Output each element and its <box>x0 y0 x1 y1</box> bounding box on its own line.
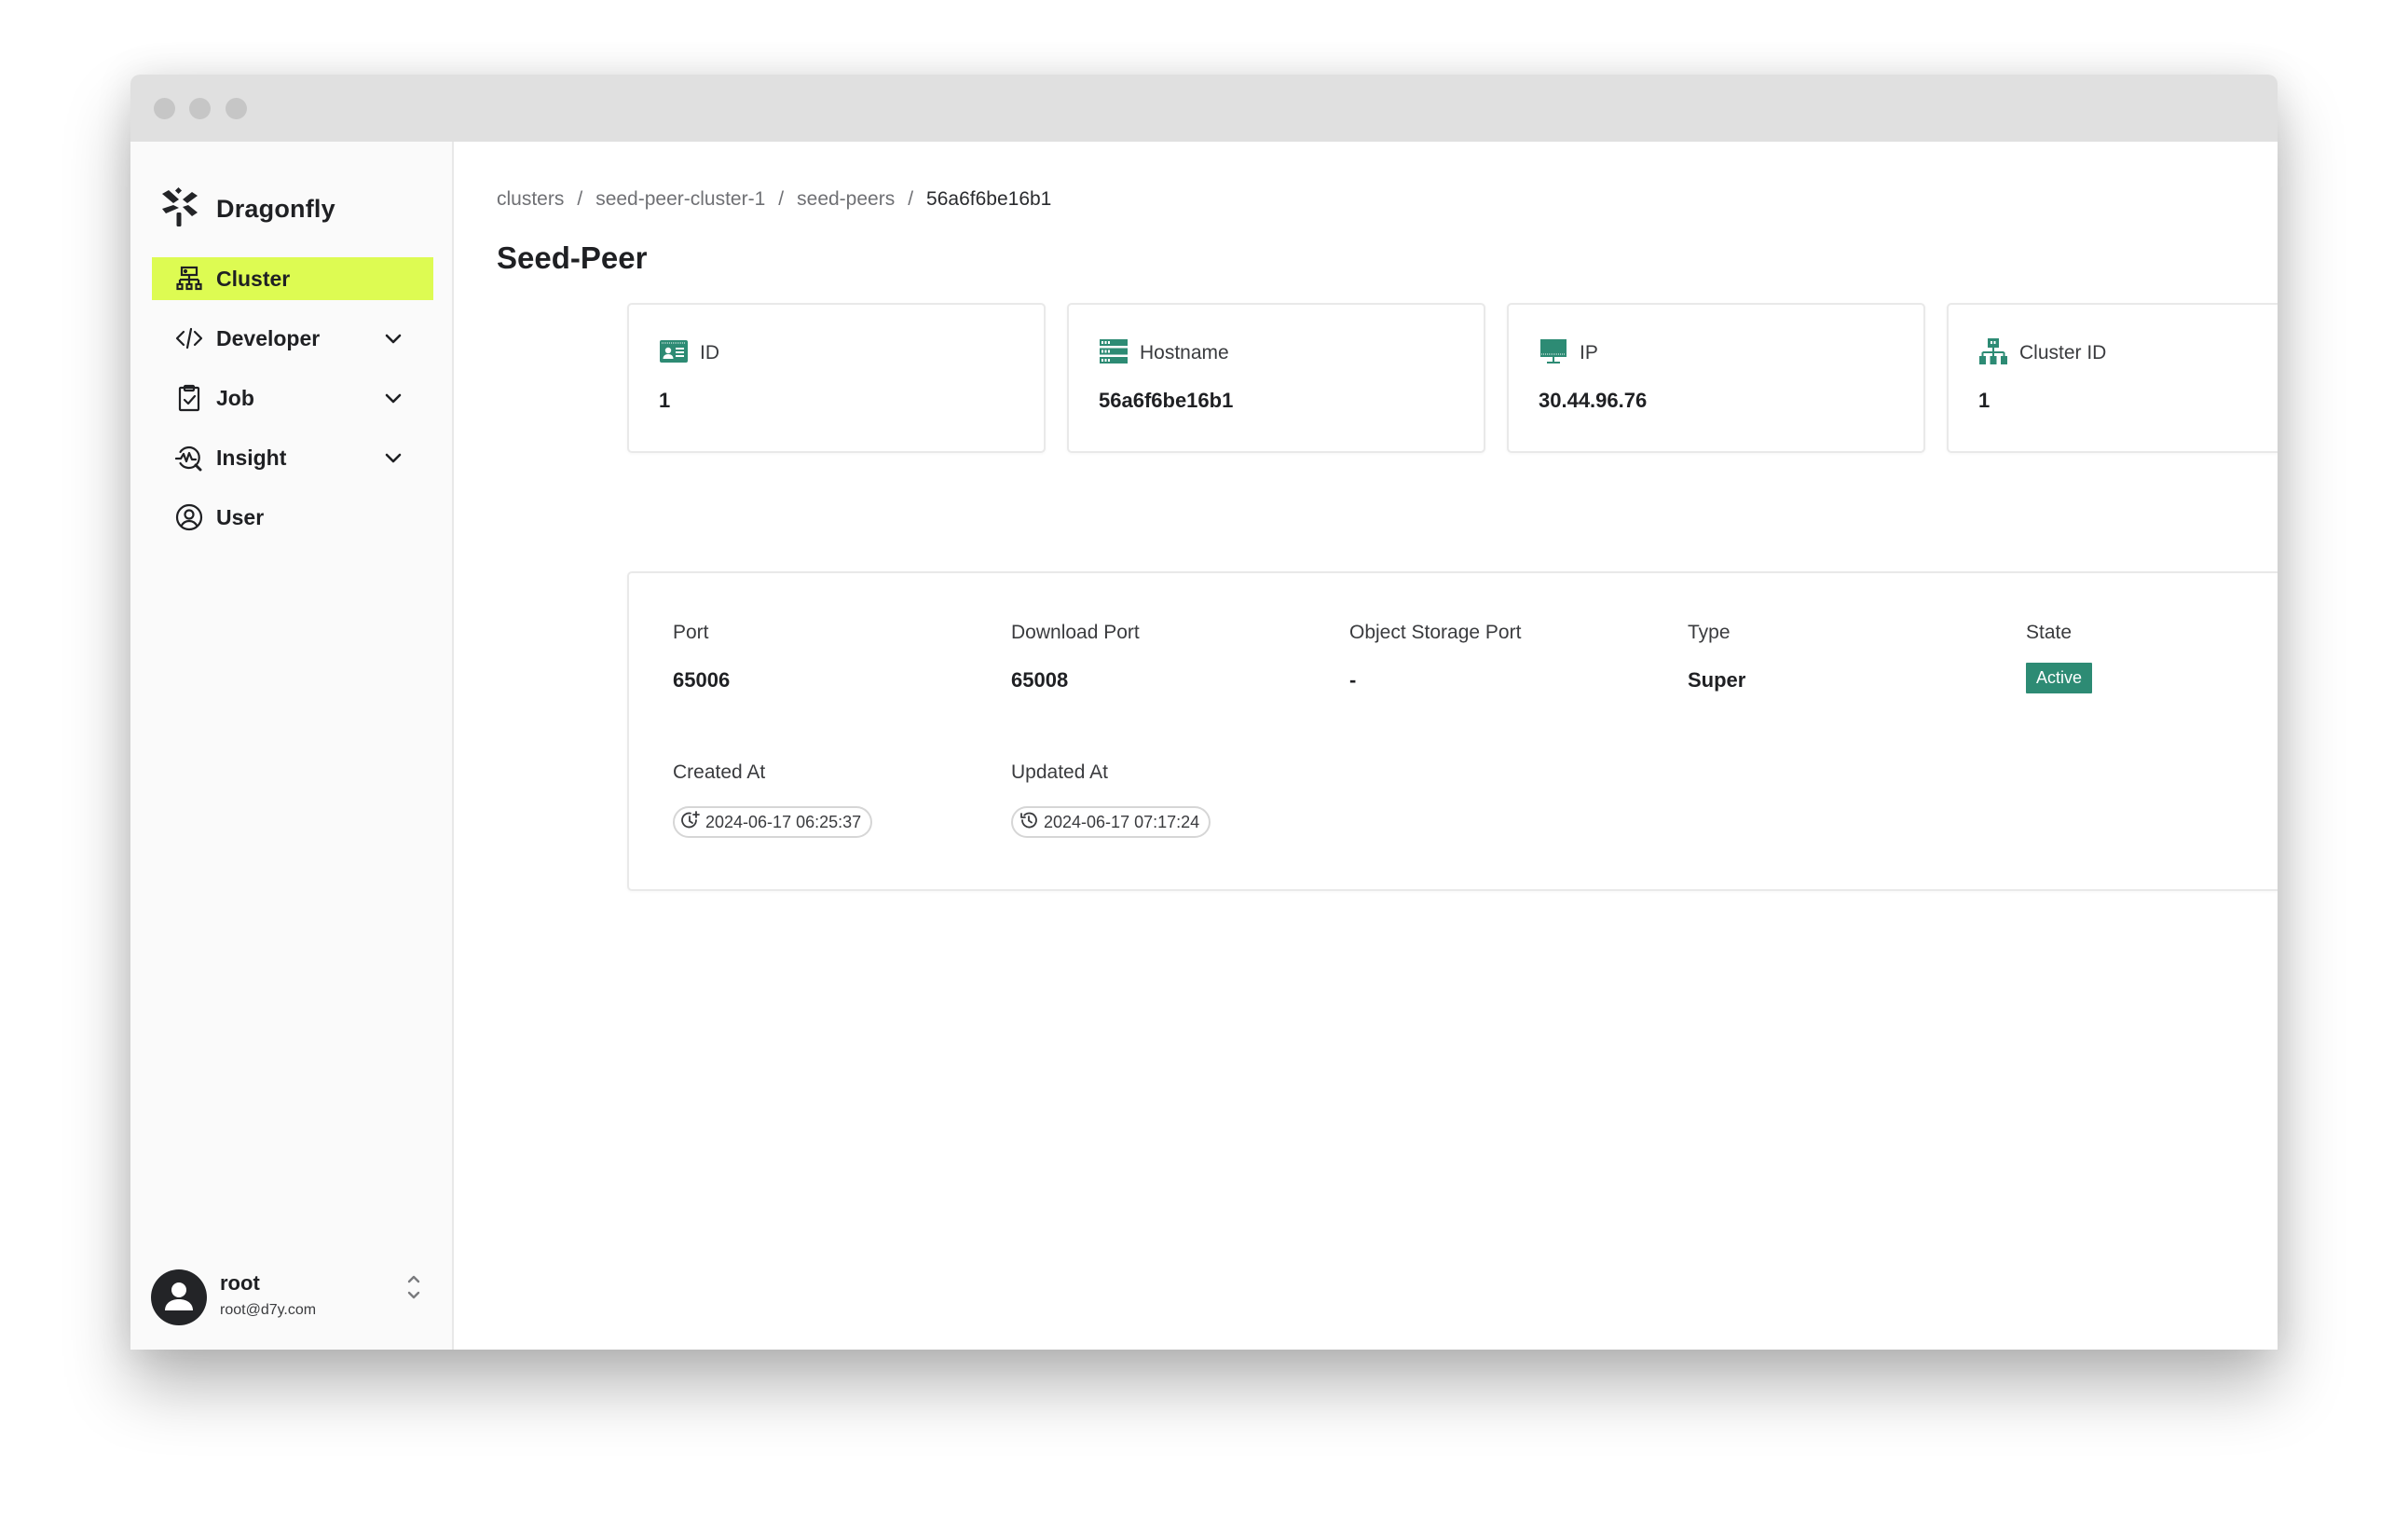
clock-plus-icon <box>680 810 701 835</box>
breadcrumb: clusters / seed-peer-cluster-1 / seed-pe… <box>497 188 1051 211</box>
clipboard-check-icon <box>174 384 204 412</box>
field-value: 65006 <box>673 668 731 692</box>
field-download-port: Download Port 65008 <box>1011 622 1140 692</box>
user-email: root@d7y.com <box>220 1302 317 1318</box>
breadcrumb-item-seed-peers[interactable]: seed-peers <box>797 188 895 211</box>
app-window: Dragonfly Cluster Developer Job Insight … <box>130 75 2278 1350</box>
sidebar-item-user[interactable]: User <box>152 496 433 539</box>
info-card-hostname: Hostname 56a6f6be16b1 <box>1067 303 1485 453</box>
main-content: clusters / seed-peer-cluster-1 / seed-pe… <box>456 142 2278 1350</box>
field-value: - <box>1349 668 1357 692</box>
seed-peer-details: Port 65006 Download Port 65008 Object St… <box>627 571 2278 891</box>
breadcrumb-separator: / <box>778 188 785 210</box>
updated-at-chip: 2024-06-17 07:17:24 <box>1011 806 1211 838</box>
sidebar-item-cluster[interactable]: Cluster <box>152 257 433 300</box>
sidebar-item-label: Developer <box>216 325 321 350</box>
monitor-icon <box>1539 337 1568 370</box>
brand-name: Dragonfly <box>216 194 335 223</box>
server-icon <box>1099 337 1129 370</box>
created-at-value: 2024-06-17 06:25:37 <box>705 812 862 831</box>
field-label: Updated At <box>1011 761 1108 783</box>
sidebar-item-label: Cluster <box>216 266 291 291</box>
window-titlebar <box>130 75 2278 142</box>
page-title: Seed-Peer <box>497 240 648 275</box>
breadcrumb-item-cluster[interactable]: seed-peer-cluster-1 <box>595 188 765 211</box>
cluster-icon <box>174 265 204 293</box>
info-card-ip: IP 30.44.96.76 <box>1507 303 1925 453</box>
hierarchy-icon <box>1978 337 2008 370</box>
field-updated-at: Updated At 2024-06-17 07:17:24 <box>1011 761 1211 838</box>
field-label: Type <box>1688 622 1731 643</box>
chevron-down-icon[interactable] <box>383 448 404 467</box>
sidebar-item-developer[interactable]: Developer <box>152 317 433 360</box>
id-card-icon <box>659 337 689 370</box>
sidebar-item-label: Insight <box>216 445 287 470</box>
info-card-value: 1 <box>659 389 671 412</box>
sidebar-item-label: Job <box>216 385 254 410</box>
code-icon <box>174 324 204 352</box>
insight-icon <box>174 444 204 472</box>
field-created-at: Created At 2024-06-17 06:25:37 <box>673 761 873 838</box>
user-name: root <box>220 1271 260 1295</box>
window-minimize-button[interactable] <box>189 98 211 119</box>
info-card-label: ID <box>700 342 719 363</box>
unfold-icon[interactable] <box>404 1271 423 1303</box>
field-type: Type Super <box>1688 622 1745 692</box>
dragonfly-logo-icon <box>160 186 199 232</box>
info-card-label: IP <box>1580 342 1598 363</box>
user-account-menu[interactable]: root root@d7y.com <box>151 1269 431 1329</box>
created-at-chip: 2024-06-17 06:25:37 <box>673 806 873 838</box>
info-card-label: Hostname <box>1140 342 1229 363</box>
sidebar-item-insight[interactable]: Insight <box>152 436 433 479</box>
window-close-button[interactable] <box>154 98 175 119</box>
chevron-down-icon[interactable] <box>383 329 404 348</box>
field-label: Created At <box>673 761 766 783</box>
chevron-down-icon[interactable] <box>383 389 404 407</box>
info-card-value: 1 <box>1978 389 1991 412</box>
window-maximize-button[interactable] <box>226 98 247 119</box>
avatar <box>151 1269 207 1325</box>
sidebar-item-job[interactable]: Job <box>152 377 433 419</box>
info-card-value: 56a6f6be16b1 <box>1099 389 1234 412</box>
field-value: Super <box>1688 668 1746 692</box>
field-value: 65008 <box>1011 668 1069 692</box>
info-card-value: 30.44.96.76 <box>1539 389 1648 412</box>
info-card-id: ID 1 <box>627 303 1046 453</box>
info-card-cluster-id: Cluster ID 1 <box>1947 303 2278 453</box>
field-label: Object Storage Port <box>1349 622 1522 643</box>
sidebar-item-label: User <box>216 504 265 529</box>
breadcrumb-item-clusters[interactable]: clusters <box>497 188 564 211</box>
field-port: Port 65006 <box>673 622 730 692</box>
brand-logo[interactable]: Dragonfly <box>160 186 335 232</box>
breadcrumb-item-current: 56a6f6be16b1 <box>926 188 1052 210</box>
breadcrumb-separator: / <box>577 188 583 210</box>
info-card-label: Cluster ID <box>2019 342 2107 363</box>
field-label: State <box>2026 622 2073 643</box>
updated-at-value: 2024-06-17 07:17:24 <box>1044 812 1200 831</box>
field-label: Port <box>673 622 709 643</box>
field-object-storage-port: Object Storage Port - <box>1349 622 1522 692</box>
history-icon <box>1019 810 1039 835</box>
field-label: Download Port <box>1011 622 1140 643</box>
status-badge: Active <box>2026 663 2093 693</box>
breadcrumb-separator: / <box>908 188 914 210</box>
sidebar: Dragonfly Cluster Developer Job Insight … <box>130 142 454 1350</box>
field-state: State Active <box>2026 622 2093 693</box>
user-circle-icon <box>174 503 204 531</box>
